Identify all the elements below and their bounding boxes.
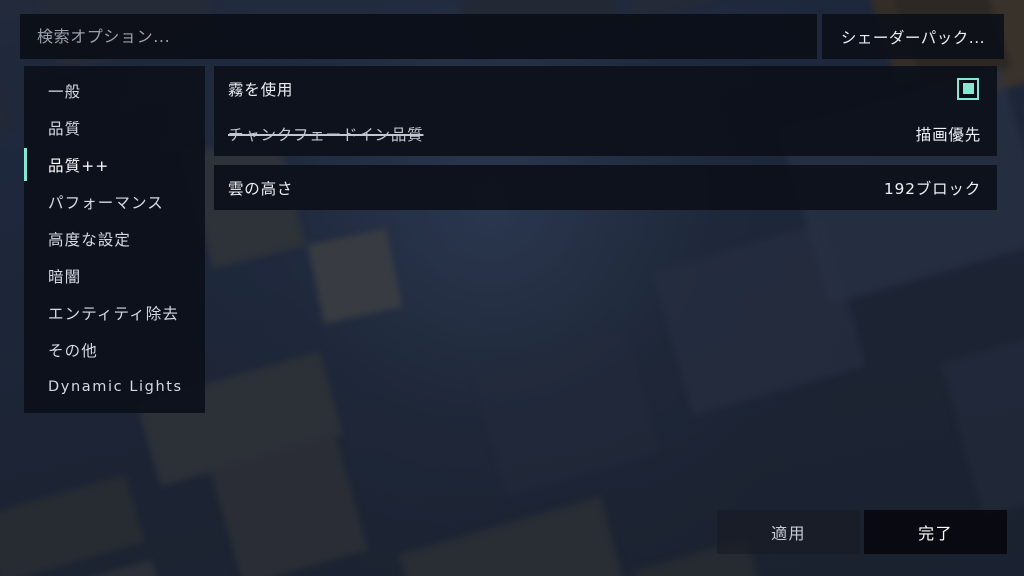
sidebar-item-label: その他	[48, 341, 98, 360]
option-group-1: 雲の高さ 192ブロック	[214, 165, 997, 210]
option-row[interactable]: チャンクフェードイン品質 描画優先	[214, 111, 997, 156]
shader-packs-button[interactable]: シェーダーパック...	[822, 14, 1004, 59]
sidebar-item-2[interactable]: 品質++	[24, 146, 205, 183]
option-label: 雲の高さ	[228, 179, 294, 198]
sidebar-item-8[interactable]: Dynamic Lights	[24, 368, 205, 405]
option-value: 192ブロック	[883, 179, 981, 198]
option-row[interactable]: 雲の高さ 192ブロック	[214, 165, 997, 210]
sidebar-item-5[interactable]: 暗闇	[24, 257, 205, 294]
option-label: 霧を使用	[228, 80, 294, 99]
done-button[interactable]: 完了	[864, 510, 1007, 554]
option-row[interactable]: 霧を使用	[214, 66, 997, 111]
apply-button[interactable]: 適用	[717, 510, 860, 554]
options-panel: 霧を使用チャンクフェードイン品質 描画優先雲の高さ 192ブロック	[214, 66, 997, 210]
checkbox-toggle[interactable]	[957, 77, 979, 100]
option-value: 描画優先	[915, 125, 981, 144]
sidebar-item-label: 高度な設定	[48, 230, 132, 249]
sidebar-item-label: エンティティ除去	[48, 304, 179, 323]
sidebar-item-4[interactable]: 高度な設定	[24, 220, 205, 257]
sidebar-item-7[interactable]: その他	[24, 331, 205, 368]
option-label: チャンクフェードイン品質	[228, 125, 424, 144]
sidebar-item-6[interactable]: エンティティ除去	[24, 294, 205, 331]
sidebar-item-0[interactable]: 一般	[24, 72, 205, 109]
sidebar-item-label: Dynamic Lights	[48, 378, 183, 395]
checkbox-check-icon	[962, 83, 974, 94]
sidebar-item-label: 暗闇	[48, 267, 82, 286]
sidebar-item-1[interactable]: 品質	[24, 109, 205, 146]
top-bar: シェーダーパック...	[0, 14, 1024, 59]
footer-bar: 適用 完了	[0, 510, 1024, 554]
search-input[interactable]	[20, 14, 817, 59]
option-group-0: 霧を使用チャンクフェードイン品質 描画優先	[214, 66, 997, 156]
sidebar-item-3[interactable]: パフォーマンス	[24, 183, 205, 220]
settings-sidebar: 一般品質品質++ パフォーマンス 高度な設定暗闇エンティティ除去 その他 Dynamic…	[24, 66, 205, 413]
sidebar-item-label: 品質	[48, 119, 82, 138]
sidebar-item-label: 品質++	[48, 156, 110, 175]
sidebar-item-label: パフォーマンス	[48, 193, 164, 212]
sidebar-item-label: 一般	[48, 82, 82, 101]
